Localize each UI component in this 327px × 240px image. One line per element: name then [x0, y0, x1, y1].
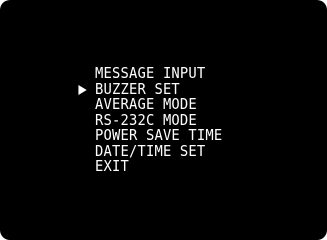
menu-item-label: EXIT	[95, 157, 129, 175]
selection-cursor-icon	[78, 84, 87, 95]
menu-item-exit[interactable]: EXIT	[95, 157, 279, 175]
display-screen: MESSAGE INPUT BUZZER SET AVERAGE MODE RS…	[0, 0, 327, 240]
settings-menu: MESSAGE INPUT BUZZER SET AVERAGE MODE RS…	[78, 65, 295, 175]
